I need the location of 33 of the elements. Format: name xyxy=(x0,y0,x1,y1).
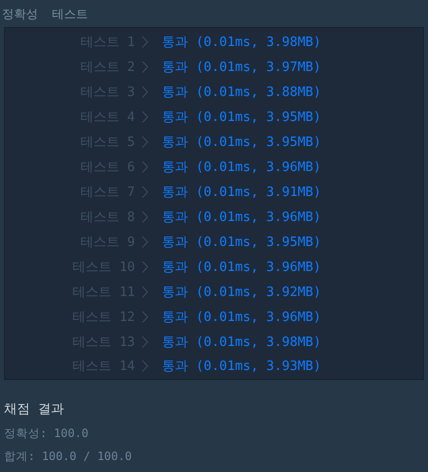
test-result: 통과 (0.01ms, 3.96MB) xyxy=(162,159,322,176)
tab[interactable]: 테스트 xyxy=(52,6,88,22)
chevron-right-icon xyxy=(142,210,148,223)
test-result: 통과 (0.01ms, 3.98MB) xyxy=(162,334,322,351)
summary-title: 채점 결과 xyxy=(4,401,65,419)
test-result: 통과 (0.01ms, 3.96MB) xyxy=(162,258,322,276)
test-result: 통과 (0.01ms, 3.98MB) xyxy=(162,34,322,52)
test-result: 통과 (0.01ms, 3.91MB) xyxy=(162,184,322,201)
chevron-right-icon xyxy=(142,310,148,323)
summary-line: 정확성: 100.0 xyxy=(4,426,90,442)
test-result: 통과 (0.01ms, 3.92MB) xyxy=(162,284,322,301)
chevron-right-icon xyxy=(142,336,148,348)
chevron-right-icon xyxy=(142,286,148,298)
chevron-right-icon xyxy=(142,260,148,273)
chevron-right-icon xyxy=(142,360,148,372)
test-result: 통과 (0.01ms, 3.95MB) xyxy=(162,234,322,251)
chevron-right-icon xyxy=(142,186,148,198)
tab[interactable]: 정확성 xyxy=(2,6,38,22)
test-result: 통과 (0.01ms, 3.95MB) xyxy=(162,109,322,126)
test-result: 통과 (0.01ms, 3.93MB) xyxy=(162,358,322,376)
chevron-right-icon xyxy=(142,236,148,248)
chevron-right-icon xyxy=(142,161,148,174)
chevron-right-icon xyxy=(142,36,148,48)
chevron-right-icon xyxy=(142,61,148,74)
test-result: 통과 (0.01ms, 3.96MB) xyxy=(162,208,322,226)
test-result: 통과 (0.01ms, 3.95MB) xyxy=(162,134,322,152)
test-result: 통과 (0.01ms, 3.97MB) xyxy=(162,59,322,76)
chevron-right-icon xyxy=(142,86,148,98)
test-result: 통과 (0.01ms, 3.96MB) xyxy=(162,308,322,326)
chevron-right-icon xyxy=(142,111,148,124)
summary-line: 합계: 100.0 / 100.0 xyxy=(4,449,133,465)
chevron-right-icon xyxy=(142,136,148,148)
test-result: 통과 (0.01ms, 3.88MB) xyxy=(162,84,322,102)
